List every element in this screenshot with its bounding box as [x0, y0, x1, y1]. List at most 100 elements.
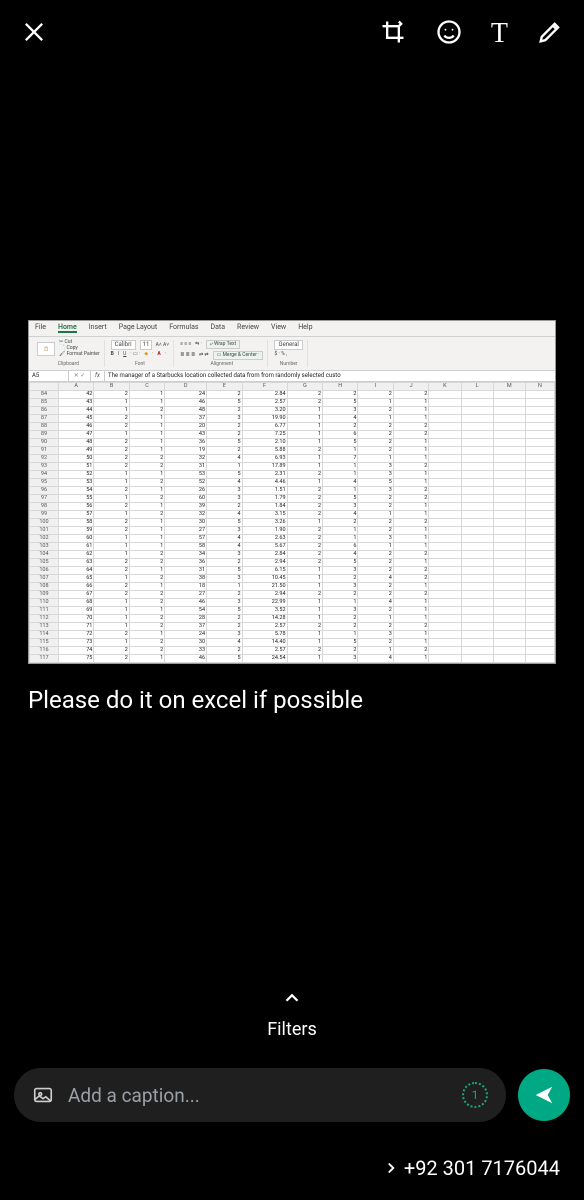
cell[interactable] — [461, 535, 493, 543]
cell[interactable]: 2 — [287, 399, 322, 407]
cell[interactable]: 2.10 — [242, 439, 287, 447]
cell[interactable] — [461, 559, 493, 567]
row-header[interactable]: 106 — [30, 567, 59, 575]
ribbon-tab-review[interactable]: Review — [237, 324, 259, 333]
cell[interactable]: 1 — [287, 615, 322, 623]
cell[interactable]: 2 — [207, 391, 242, 399]
cell[interactable]: 1 — [393, 415, 428, 423]
cell[interactable] — [493, 543, 525, 551]
cell[interactable]: 50 — [58, 455, 93, 463]
cell[interactable]: 32 — [165, 511, 207, 519]
cell[interactable] — [429, 535, 461, 543]
cell[interactable]: 1 — [94, 615, 129, 623]
cell[interactable] — [461, 631, 493, 639]
cell[interactable]: 2 — [393, 487, 428, 495]
cell[interactable]: 3 — [358, 535, 393, 543]
cell[interactable] — [461, 447, 493, 455]
cell[interactable] — [429, 623, 461, 631]
cell[interactable]: 2 — [358, 607, 393, 615]
cell[interactable]: 2 — [393, 575, 428, 583]
cell[interactable]: 2 — [358, 559, 393, 567]
cell[interactable]: 39 — [165, 503, 207, 511]
pen-icon[interactable] — [536, 18, 564, 50]
cell[interactable] — [429, 639, 461, 647]
cell[interactable]: 3 — [207, 415, 242, 423]
cell[interactable]: 46 — [58, 423, 93, 431]
cell[interactable] — [461, 511, 493, 519]
cell[interactable]: 1 — [323, 631, 358, 639]
cell[interactable]: 1 — [393, 559, 428, 567]
cell[interactable]: 4 — [207, 511, 242, 519]
cell[interactable]: 2 — [393, 519, 428, 527]
cell[interactable] — [461, 567, 493, 575]
cell[interactable]: 2 — [323, 519, 358, 527]
cell[interactable]: 2 — [358, 551, 393, 559]
cell[interactable]: 4 — [207, 535, 242, 543]
cell[interactable]: 66 — [58, 583, 93, 591]
row-header[interactable]: 87 — [30, 415, 59, 423]
cell[interactable] — [429, 447, 461, 455]
row-header[interactable]: 112 — [30, 615, 59, 623]
cell[interactable]: 2 — [358, 423, 393, 431]
col-header-G[interactable]: G — [287, 383, 322, 391]
cell[interactable]: 1 — [94, 471, 129, 479]
cell[interactable] — [461, 527, 493, 535]
cell[interactable] — [461, 591, 493, 599]
cell[interactable]: 1 — [393, 503, 428, 511]
cell[interactable]: 4 — [207, 479, 242, 487]
cell[interactable]: 63 — [58, 559, 93, 567]
cell[interactable]: 1 — [94, 479, 129, 487]
cell[interactable]: 4 — [323, 415, 358, 423]
cell[interactable]: 2 — [129, 463, 164, 471]
cell[interactable] — [429, 511, 461, 519]
cell[interactable] — [461, 431, 493, 439]
cell[interactable] — [429, 495, 461, 503]
cell[interactable]: 2.57 — [242, 647, 287, 655]
cell[interactable] — [525, 463, 554, 471]
row-header[interactable]: 98 — [30, 503, 59, 511]
cell[interactable] — [525, 567, 554, 575]
cell[interactable] — [493, 399, 525, 407]
cell[interactable]: 2.57 — [242, 399, 287, 407]
cell[interactable]: 1 — [129, 535, 164, 543]
cell[interactable]: 2 — [358, 503, 393, 511]
cell[interactable]: 2 — [207, 407, 242, 415]
cell[interactable]: 2 — [323, 615, 358, 623]
cell[interactable]: 1 — [393, 407, 428, 415]
cell[interactable]: 18 — [165, 583, 207, 591]
ribbon-tab-data[interactable]: Data — [211, 324, 226, 333]
cell[interactable]: 2 — [393, 623, 428, 631]
cell[interactable]: 55 — [58, 495, 93, 503]
cell[interactable]: 2 — [323, 623, 358, 631]
cell[interactable] — [461, 583, 493, 591]
cell[interactable]: 5.67 — [242, 543, 287, 551]
cell[interactable]: 1 — [129, 487, 164, 495]
cell[interactable]: 4 — [323, 551, 358, 559]
cell[interactable]: 2 — [287, 647, 322, 655]
row-header[interactable]: 110 — [30, 599, 59, 607]
cell[interactable] — [493, 559, 525, 567]
cell[interactable]: 5 — [207, 607, 242, 615]
cell[interactable] — [493, 431, 525, 439]
cell[interactable]: 2.84 — [242, 551, 287, 559]
cell[interactable]: 1 — [393, 639, 428, 647]
select-all-corner[interactable] — [30, 383, 59, 391]
row-header[interactable]: 95 — [30, 479, 59, 487]
cell[interactable]: 54 — [58, 487, 93, 495]
cell[interactable] — [429, 647, 461, 655]
cell[interactable]: 2 — [358, 519, 393, 527]
row-header[interactable]: 100 — [30, 519, 59, 527]
cell[interactable]: 45 — [58, 415, 93, 423]
cell[interactable] — [461, 439, 493, 447]
cell[interactable]: 2 — [129, 479, 164, 487]
cell[interactable]: 2 — [358, 495, 393, 503]
cell[interactable]: 2 — [358, 447, 393, 455]
cell[interactable]: 2.84 — [242, 391, 287, 399]
cell[interactable]: 46 — [165, 599, 207, 607]
cell[interactable] — [525, 559, 554, 567]
col-header-H[interactable]: H — [323, 383, 358, 391]
cell[interactable]: 48 — [165, 407, 207, 415]
cell[interactable]: 1 — [207, 583, 242, 591]
cell[interactable]: 58 — [58, 519, 93, 527]
cell[interactable] — [461, 391, 493, 399]
